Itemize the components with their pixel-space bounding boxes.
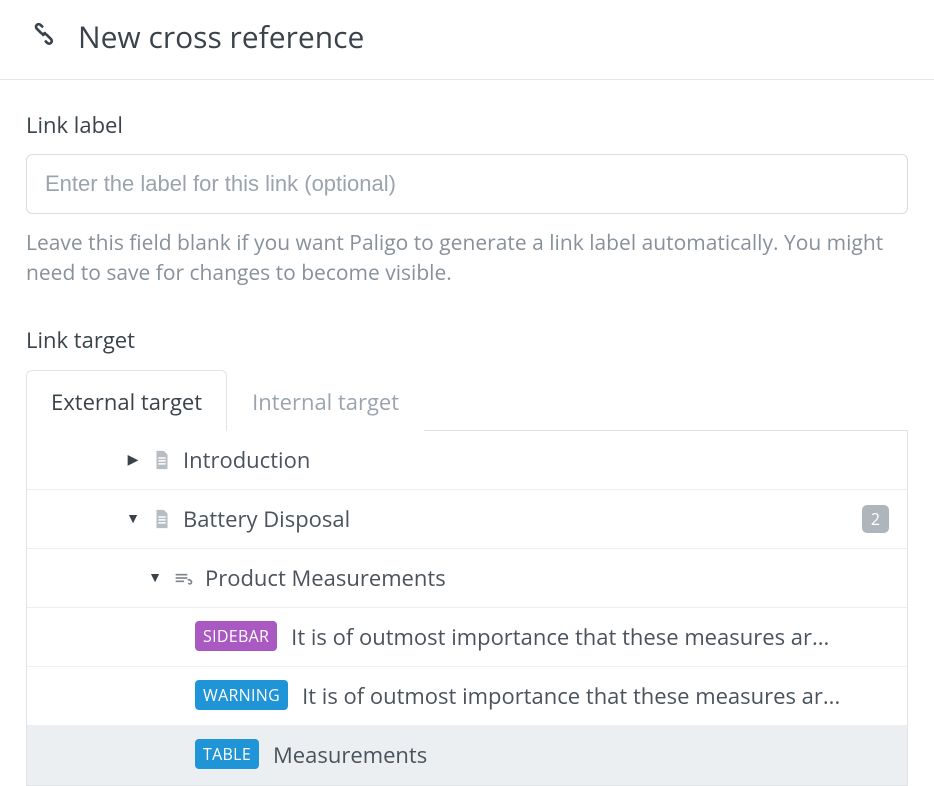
- link-label-input[interactable]: [26, 154, 908, 214]
- tab-external-target[interactable]: External target: [26, 370, 227, 431]
- dialog-title: New cross reference: [78, 16, 364, 57]
- element-type-badge: WARNING: [195, 680, 288, 710]
- tree-item-label: Measurements: [273, 740, 889, 770]
- document-icon: [151, 507, 173, 531]
- tree-item-battery-disposal[interactable]: ▼ Battery Disposal 2: [27, 490, 907, 549]
- tree-item-label: It is of outmost importance that these m…: [291, 622, 889, 652]
- disclosure-open-icon[interactable]: ▼: [125, 509, 141, 528]
- element-type-badge: TABLE: [195, 739, 259, 769]
- tree-item-label: Battery Disposal: [183, 504, 852, 534]
- link-icon: [28, 18, 60, 55]
- count-badge: 2: [862, 505, 889, 533]
- tree-item-sidebar-element[interactable]: SIDEBAR It is of outmost importance that…: [27, 608, 907, 667]
- tree-item-label: Introduction: [183, 445, 889, 475]
- target-tree: ▶ Introduction ▼ Battery Disposal 2 ▼ Pr…: [26, 430, 908, 786]
- link-target-heading: Link target: [26, 325, 908, 355]
- disclosure-open-icon[interactable]: ▼: [147, 568, 163, 587]
- document-icon: [151, 448, 173, 472]
- target-tabs: External target Internal target: [26, 369, 908, 430]
- tree-item-warning-element[interactable]: WARNING It is of outmost importance that…: [27, 667, 907, 726]
- link-label-help: Leave this field blank if you want Palig…: [26, 228, 908, 289]
- tree-item-introduction[interactable]: ▶ Introduction: [27, 431, 907, 490]
- link-label-heading: Link label: [26, 110, 908, 140]
- tab-internal-target[interactable]: Internal target: [227, 370, 424, 431]
- disclosure-closed-icon[interactable]: ▶: [125, 450, 141, 469]
- tree-item-label: Product Measurements: [205, 563, 889, 593]
- element-type-badge: SIDEBAR: [195, 621, 277, 651]
- tree-item-label: It is of outmost importance that these m…: [302, 681, 889, 711]
- section-link-icon: [173, 566, 195, 590]
- dialog-header: New cross reference: [0, 0, 934, 80]
- tree-item-table-element[interactable]: TABLE Measurements: [27, 726, 907, 785]
- tree-item-product-measurements[interactable]: ▼ Product Measurements: [27, 549, 907, 608]
